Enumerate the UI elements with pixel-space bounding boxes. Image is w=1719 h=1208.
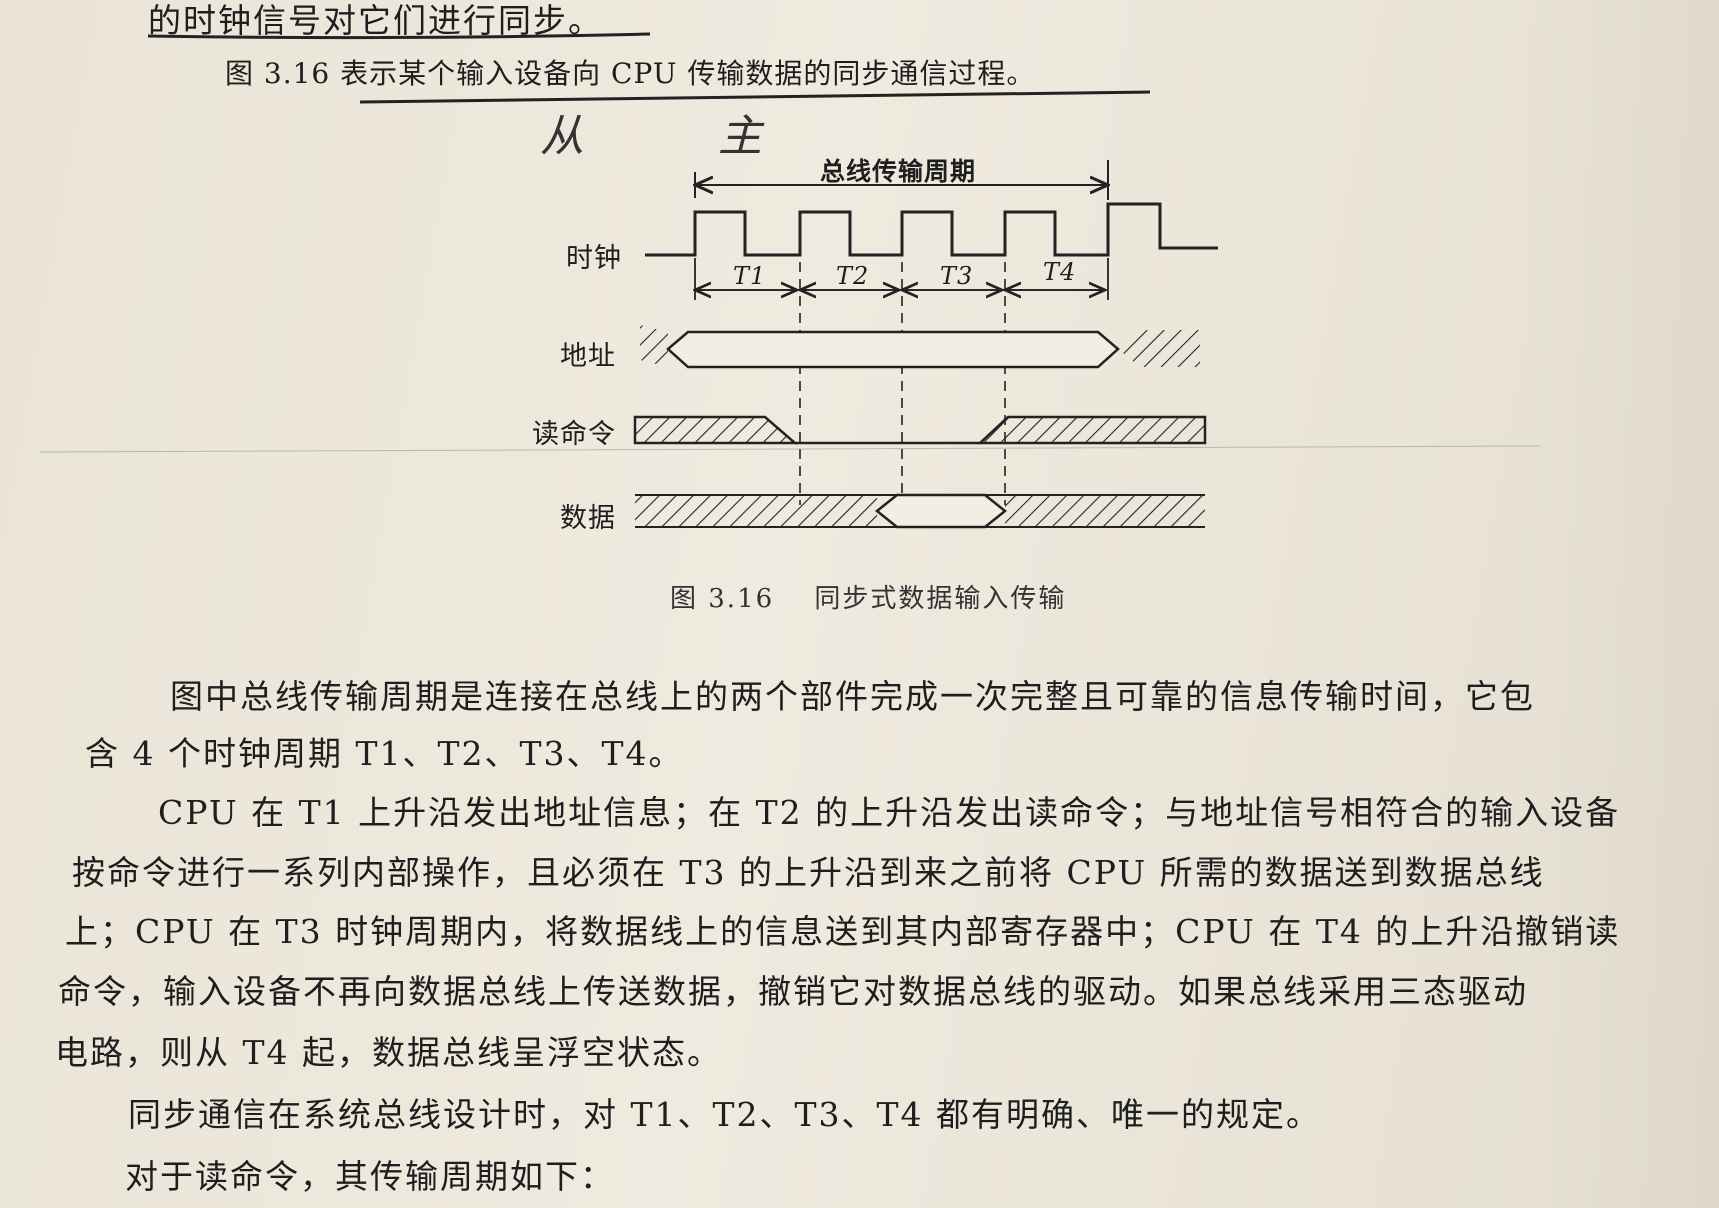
- body-line: CPU 在 T1 上升沿发出地址信息；在 T2 的上升沿发出读命令；与地址信号相…: [158, 793, 1621, 832]
- figure-caption-text: 同步式数据输入传输: [814, 584, 1067, 614]
- figure-caption: 图 3.16 同步式数据输入传输: [670, 578, 1066, 615]
- clock-label-t4: T4: [1043, 258, 1077, 286]
- clock-label: 时钟: [566, 243, 622, 274]
- clock-waveform: [645, 202, 1218, 257]
- body-line: 对于读命令，其传输周期如下：: [125, 1157, 615, 1196]
- clock-label-t3: T3: [940, 262, 974, 290]
- body-line: 图中总线传输周期是连接在总线上的两个部件完成一次完整且可靠的信息传输时间，它包: [170, 677, 1535, 716]
- body-line: 命令，输入设备不再向数据总线上传送数据，撤销它对数据总线的驱动。如果总线采用三态…: [58, 972, 1528, 1011]
- body-line: 上；CPU 在 T3 时钟周期内，将数据线上的信息送到其内部寄存器中；CPU 在…: [65, 912, 1621, 951]
- address-bus: [640, 325, 1200, 369]
- bus-period-label: 总线传输周期: [820, 157, 977, 186]
- read-command-label: 读命令: [532, 419, 616, 450]
- address-label: 地址: [560, 341, 616, 372]
- body-line: 同步通信在系统总线设计时，对 T1、T2、T3、T4 都有明确、唯一的规定。: [128, 1095, 1322, 1134]
- timing-guides: [799, 262, 1006, 505]
- body-line: 按命令进行一系列内部操作，且必须在 T3 的上升沿到来之前将 CPU 所需的数据…: [72, 853, 1545, 892]
- clock-label-t1: T1: [733, 262, 767, 290]
- figure-caption-number: 图 3.16: [670, 584, 775, 614]
- handwritten-underline-2: [359, 90, 1151, 104]
- clock-label-t2: T2: [836, 262, 870, 290]
- read-command-signal: [633, 415, 1207, 445]
- handwritten-underline: [147, 32, 651, 40]
- data-label: 数据: [560, 503, 616, 534]
- body-line: 电路，则从 T4 起，数据总线呈浮空状态。: [55, 1033, 722, 1072]
- data-bus: [635, 493, 1205, 529]
- body-line: 含 4 个时钟周期 T1、T2、T3、T4。: [85, 734, 684, 773]
